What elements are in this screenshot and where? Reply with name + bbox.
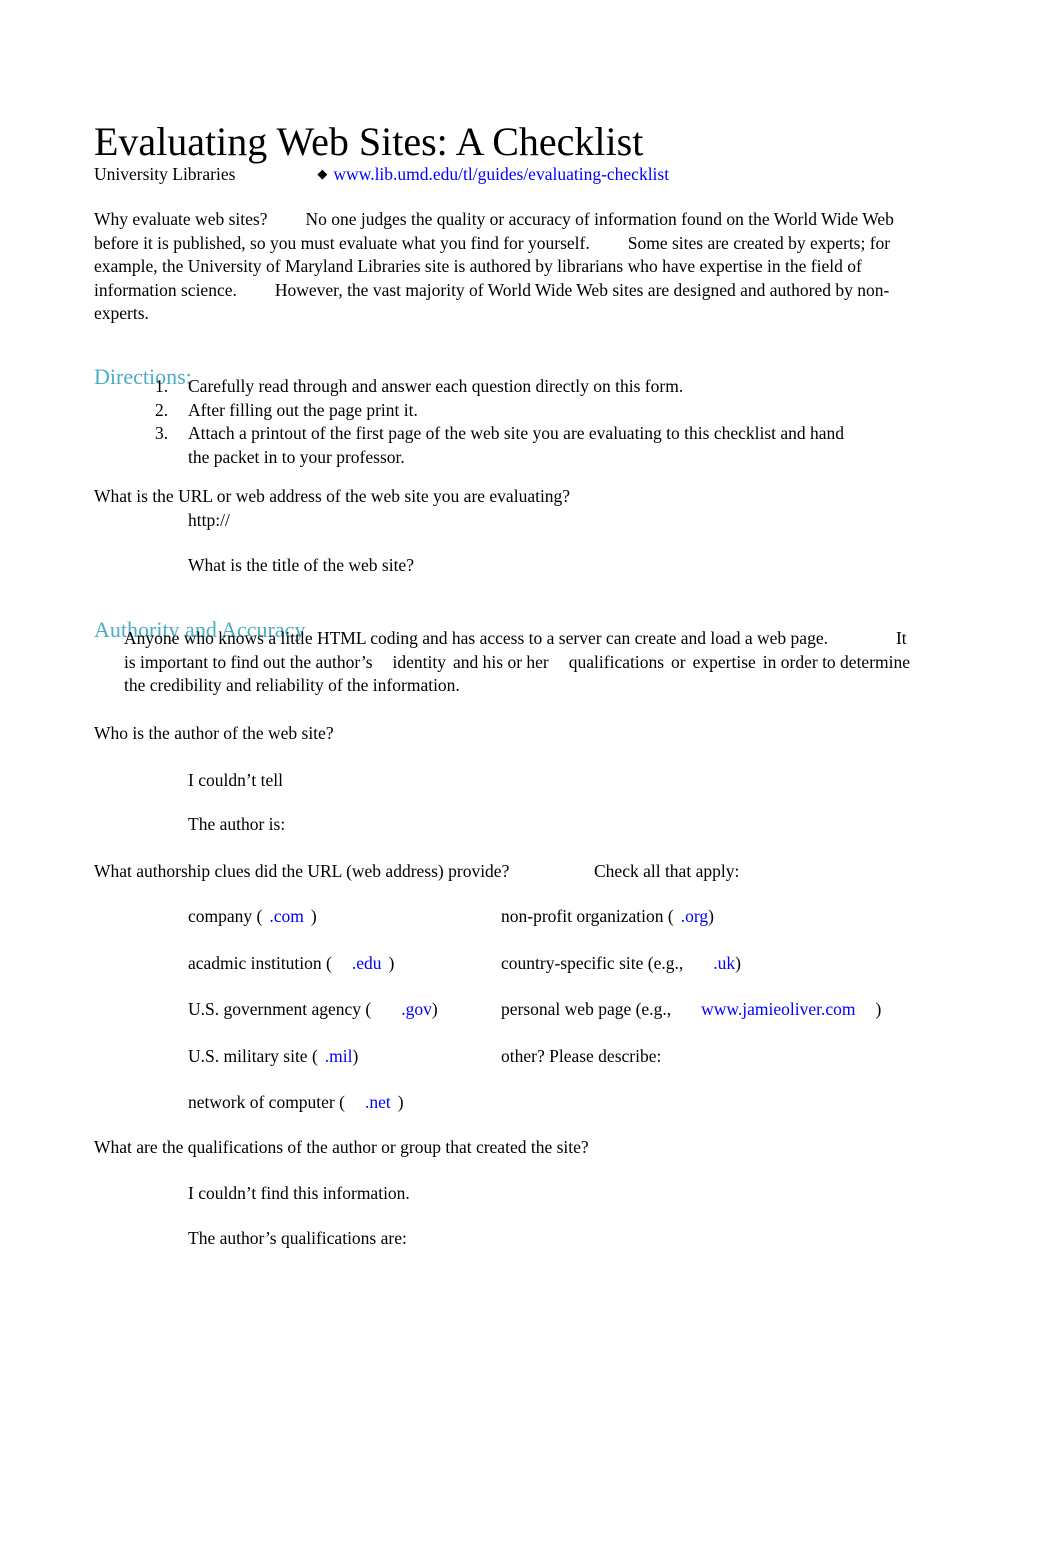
clue-label-after: )	[388, 952, 395, 973]
clue-label-after: )	[310, 906, 317, 926]
url-answer-field[interactable]: http://	[188, 509, 230, 533]
list-item: 1. Carefully read through and answer eac…	[0, 375, 1062, 399]
authority-line-3: the credibility and reliability of the i…	[124, 675, 460, 696]
clue-label: personal web page (e.g.,	[501, 999, 672, 1019]
byline: University Libraries ◆ www.lib.umd.edu/tl/…	[94, 163, 669, 187]
authority-line-2-g: in order to determine	[762, 651, 911, 672]
tld-net: .net	[364, 1092, 391, 1112]
tld-com: .com	[269, 906, 304, 926]
author-option-couldnt-tell[interactable]: I couldn’t tell	[188, 769, 283, 793]
clue-row: network of computer ( .net)	[0, 1091, 1062, 1138]
tld-edu: .edu	[351, 952, 382, 973]
clue-label: country-specific site (e.g.,	[501, 952, 684, 973]
authority-term-expertise: expertise	[692, 651, 756, 672]
clue-option-edu[interactable]: acadmic institution ( .edu)	[188, 952, 394, 976]
qualifications-question: What are the qualifications of the autho…	[94, 1137, 589, 1157]
example-personal-url: www.jamieoliver.com	[701, 999, 856, 1019]
list-item-number: 3.	[155, 423, 169, 444]
authority-line-2-a: is important to find out the author’s	[124, 651, 373, 672]
clue-row: U.S. military site ( .mil) other? Please …	[0, 1045, 1062, 1092]
list-item: 3. Attach a printout of the first page o…	[0, 422, 1062, 469]
intro-lead: Why evaluate web sites?	[94, 209, 268, 229]
clue-option-mil[interactable]: U.S. military site ( .mil)	[188, 1045, 358, 1069]
qualifications-option-not-found[interactable]: I couldn’t find this information.	[188, 1182, 410, 1206]
list-item-number: 1.	[155, 376, 169, 396]
intro-paragraph: Why evaluate web sites? No one judges the…	[94, 208, 894, 326]
clue-option-gov[interactable]: U.S. government agency ( .gov)	[188, 998, 438, 1022]
authority-paragraph: Anyone who knows a little HTML coding an…	[94, 627, 922, 698]
clue-option-net[interactable]: network of computer ( .net)	[188, 1091, 404, 1115]
clue-label-after: )	[397, 1092, 404, 1112]
byline-organization: University Libraries	[94, 164, 236, 184]
clue-label: non-profit organization (	[501, 906, 674, 926]
clue-row: company ( .com) non-profit organization (…	[0, 905, 1062, 952]
clue-label-after: )	[352, 1045, 359, 1066]
qualifications-option-are[interactable]: The author’s qualifications are:	[188, 1227, 407, 1251]
clue-row: U.S. government agency ( .gov) personal w…	[0, 998, 1062, 1045]
authorship-clues-grid: company ( .com) non-profit organization (…	[0, 905, 1062, 1138]
page-title: Evaluating Web Sites: A Checklist	[94, 118, 644, 164]
clue-label-after: )	[431, 999, 438, 1019]
clue-label: acadmic institution (	[188, 952, 332, 973]
authority-line-1-b: It	[895, 628, 907, 648]
clue-option-country[interactable]: country-specific site (e.g., .uk)	[501, 952, 741, 976]
tld-mil: .mil	[324, 1045, 353, 1066]
clue-label-after: )	[735, 952, 741, 973]
clue-label: U.S. government agency (	[188, 999, 372, 1019]
list-item-number: 2.	[155, 399, 169, 420]
clue-option-personal[interactable]: personal web page (e.g., www.jamieoliver.…	[501, 998, 881, 1022]
list-item: 2. After filling out the page print it.	[0, 399, 1062, 423]
clue-label: U.S. military site (	[188, 1045, 318, 1066]
authority-line-2-c: and his or her	[453, 651, 549, 672]
authority-line-1: Anyone who knows a little HTML coding an…	[94, 627, 922, 651]
list-item-label: After filling out the page print it.	[188, 399, 418, 420]
diamond-bullet-icon: ◆	[317, 166, 328, 181]
clue-option-other[interactable]: other? Please describe:	[501, 1045, 661, 1069]
authority-term-qualifications: qualifications	[568, 651, 665, 672]
authorship-clues-question: What authorship clues did the URL (web a…	[94, 861, 510, 881]
directions-list: 1. Carefully read through and answer eac…	[0, 375, 1062, 469]
clue-label: network of computer (	[188, 1092, 345, 1112]
document-page: Evaluating Web Sites: A Checklist Univer…	[0, 0, 1062, 1556]
author-question: Who is the author of the web site?	[94, 723, 334, 743]
list-item-label: Carefully read through and answer each q…	[188, 376, 684, 396]
list-item-label: Attach a printout of the first page of t…	[188, 423, 845, 467]
check-all-that-apply-label: Check all that apply:	[594, 861, 740, 881]
authority-line-2-e: or	[671, 651, 686, 672]
guide-url-link[interactable]: www.lib.umd.edu/tl/guides/evaluating-che…	[333, 164, 669, 184]
clue-label: other? Please describe:	[501, 1045, 662, 1066]
clue-label-after: )	[875, 999, 882, 1019]
authority-line-1-a: Anyone who knows a little HTML coding an…	[124, 628, 828, 648]
authority-term-identity: identity	[392, 651, 447, 672]
clue-label-after: )	[708, 906, 714, 926]
clue-row: acadmic institution ( .edu) country-speci…	[0, 952, 1062, 999]
clue-option-com[interactable]: company ( .com)	[188, 905, 317, 929]
clue-label: company (	[188, 906, 263, 926]
tld-org: .org	[680, 906, 709, 926]
clue-option-org[interactable]: non-profit organization ( .org)	[501, 905, 714, 929]
url-question: What is the URL or web address of the we…	[94, 486, 571, 506]
tld-uk: .uk	[713, 952, 736, 973]
author-option-author-is[interactable]: The author is:	[188, 813, 285, 837]
authority-line-2: is important to find out the author’s ide…	[94, 651, 922, 675]
tld-gov: .gov	[401, 999, 432, 1019]
site-title-question: What is the title of the web site?	[188, 555, 414, 575]
